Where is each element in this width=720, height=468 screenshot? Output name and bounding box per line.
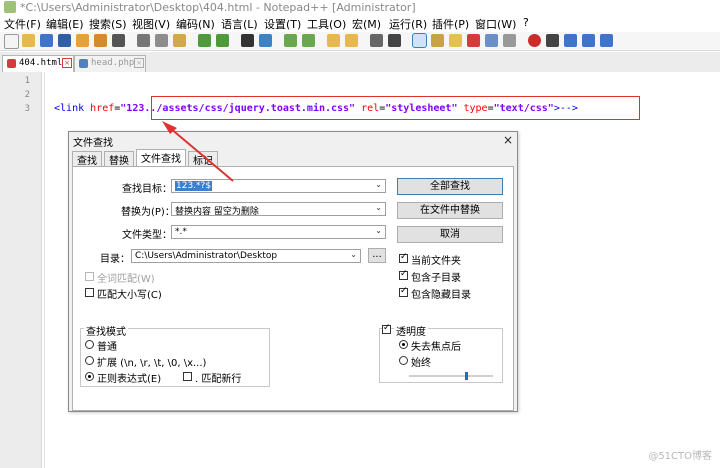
arrow-line bbox=[169, 127, 234, 182]
watermark: @51CTO博客 bbox=[648, 451, 712, 462]
annotation-arrow bbox=[162, 121, 234, 182]
